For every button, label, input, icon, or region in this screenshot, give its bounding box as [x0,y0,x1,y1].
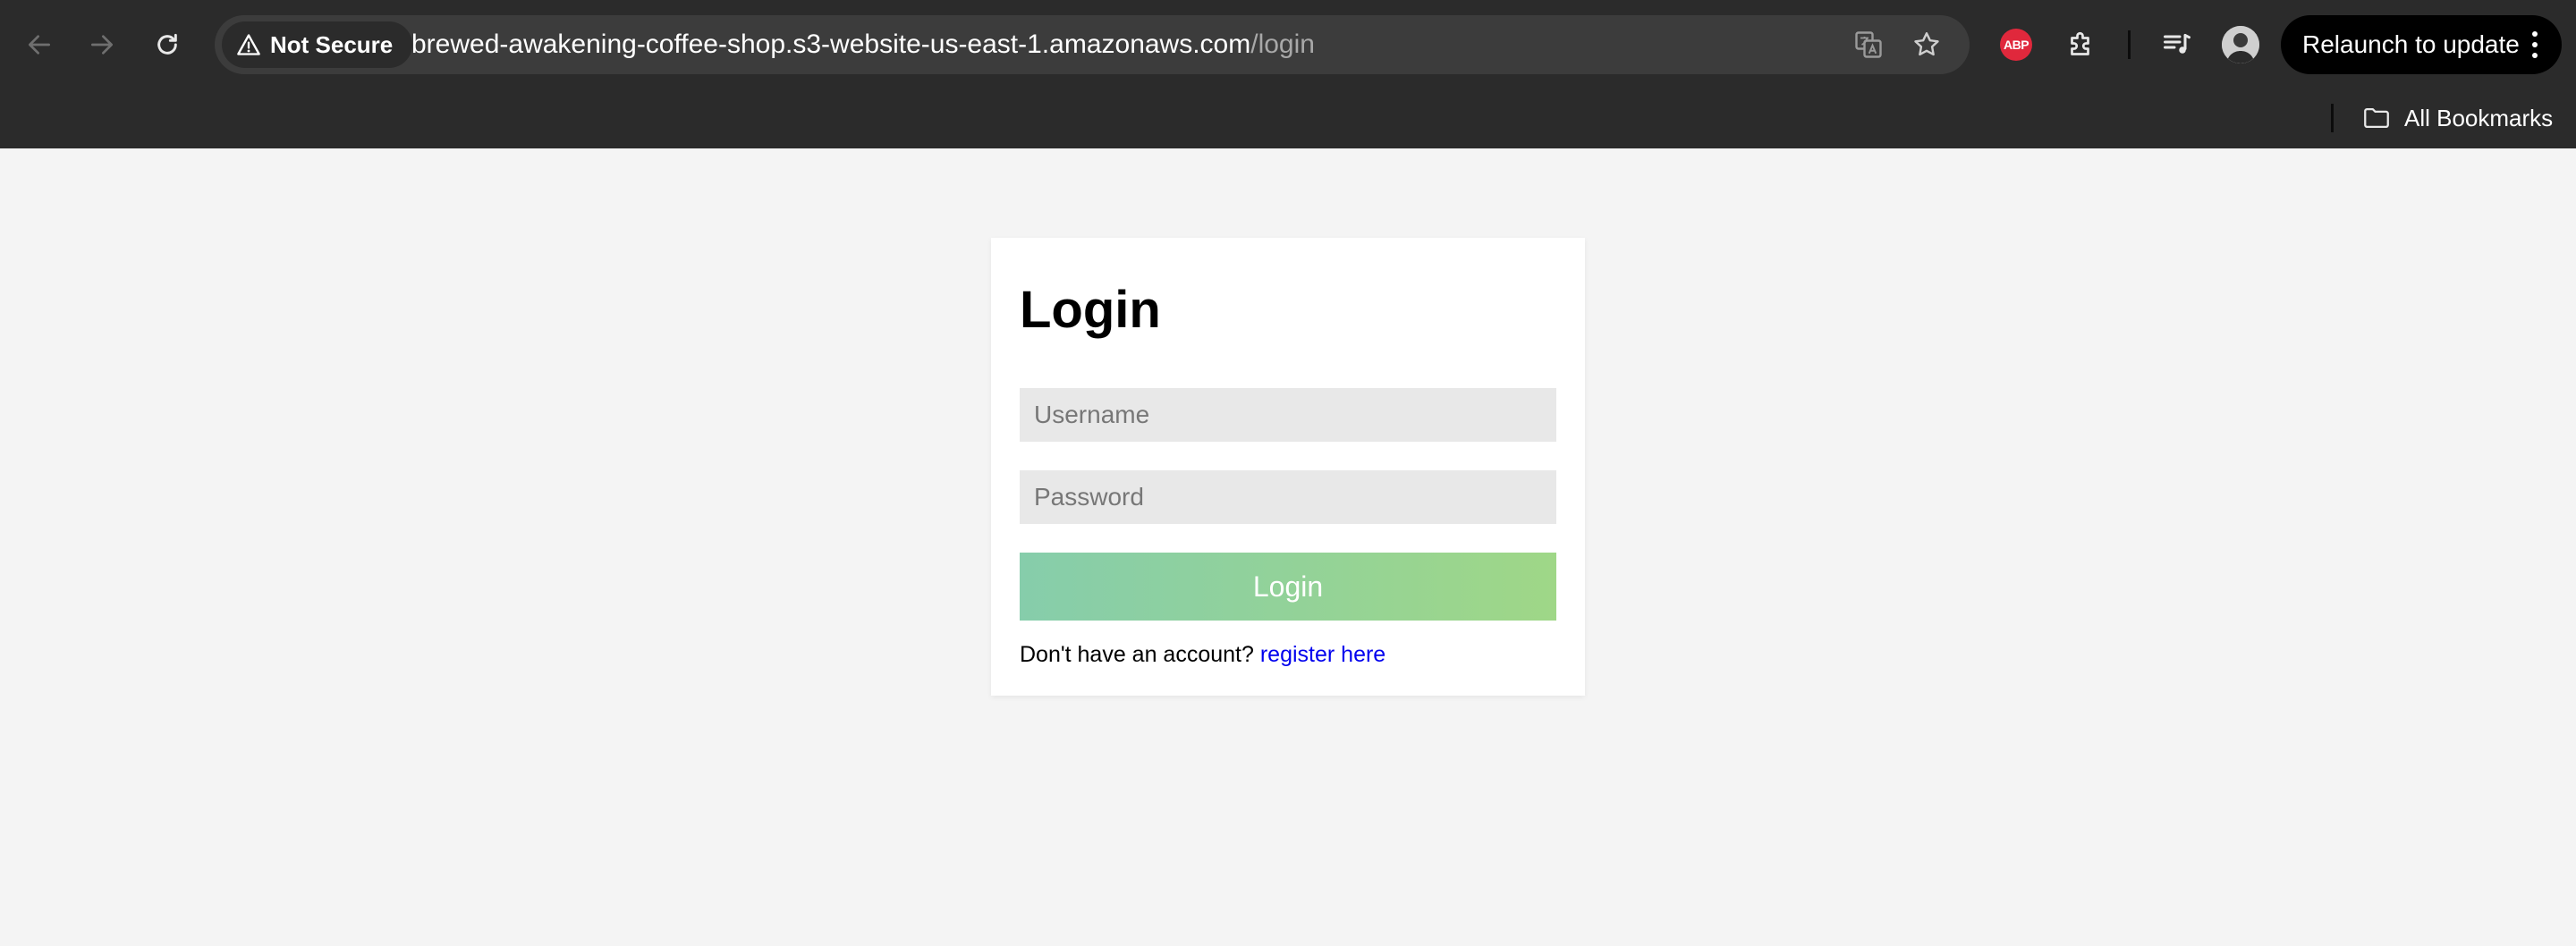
more-vert-icon [2531,31,2538,58]
all-bookmarks-label: All Bookmarks [2404,104,2554,131]
url-path: /login [1250,30,1315,59]
warning-icon [237,34,260,55]
avatar[interactable] [2222,26,2259,63]
extensions-puzzle-icon [2071,31,2089,55]
all-bookmarks-button[interactable]: All Bookmarks [2361,100,2553,136]
adblock-plus-icon: ABP [2000,29,2032,61]
folder-icon [2364,107,2389,129]
login-card: Login Login Don't have an account? regis… [991,238,1585,696]
forward-button[interactable] [77,20,127,70]
page-content: Login Login Don't have an account? regis… [0,148,2576,946]
security-indicator[interactable]: Not Secure [222,21,413,68]
bookmark-star-button[interactable] [1909,27,1945,63]
page-title: Login [1020,281,1161,339]
media-controls-button[interactable] [2157,25,2197,64]
relaunch-label: Relaunch to update [2302,30,2520,58]
address-bar[interactable]: Not Secure brewed-awakening-coffee-shop.… [215,15,1970,74]
bookmarks-divider [2331,104,2334,132]
url-host: brewed-awakening-coffee-shop.s3-website-… [411,30,1251,59]
relaunch-button[interactable]: Relaunch to update [2281,15,2562,74]
browser-chrome: Not Secure brewed-awakening-coffee-shop.… [0,0,2576,148]
security-label: Not Secure [270,30,394,58]
translate-icon [1855,31,1882,58]
browser-toolbar: Not Secure brewed-awakening-coffee-shop.… [0,0,2576,89]
translate-button[interactable] [1851,27,1886,63]
star-icon [1914,32,1939,56]
profile-icon [2222,26,2259,63]
register-prompt: Don't have an account? [1020,642,1254,667]
forward-arrow-icon [91,35,113,55]
login-button[interactable]: Login [1020,553,1556,621]
extensions-button[interactable] [2062,25,2101,64]
reload-icon [157,33,177,55]
adblock-plus-button[interactable]: ABP [1996,25,2036,64]
register-line: Don't have an account? register here [1020,642,1385,668]
bookmarks-bar: All Bookmarks [0,89,2576,148]
password-input[interactable] [1020,470,1556,524]
reload-button[interactable] [142,20,192,70]
username-input[interactable] [1020,388,1556,442]
toolbar-divider [2128,30,2131,59]
back-button[interactable] [14,20,64,70]
url-text[interactable]: brewed-awakening-coffee-shop.s3-website-… [411,15,1315,74]
media-queue-icon [2164,34,2190,54]
register-link[interactable]: register here [1260,642,1385,667]
back-arrow-icon [29,35,50,55]
